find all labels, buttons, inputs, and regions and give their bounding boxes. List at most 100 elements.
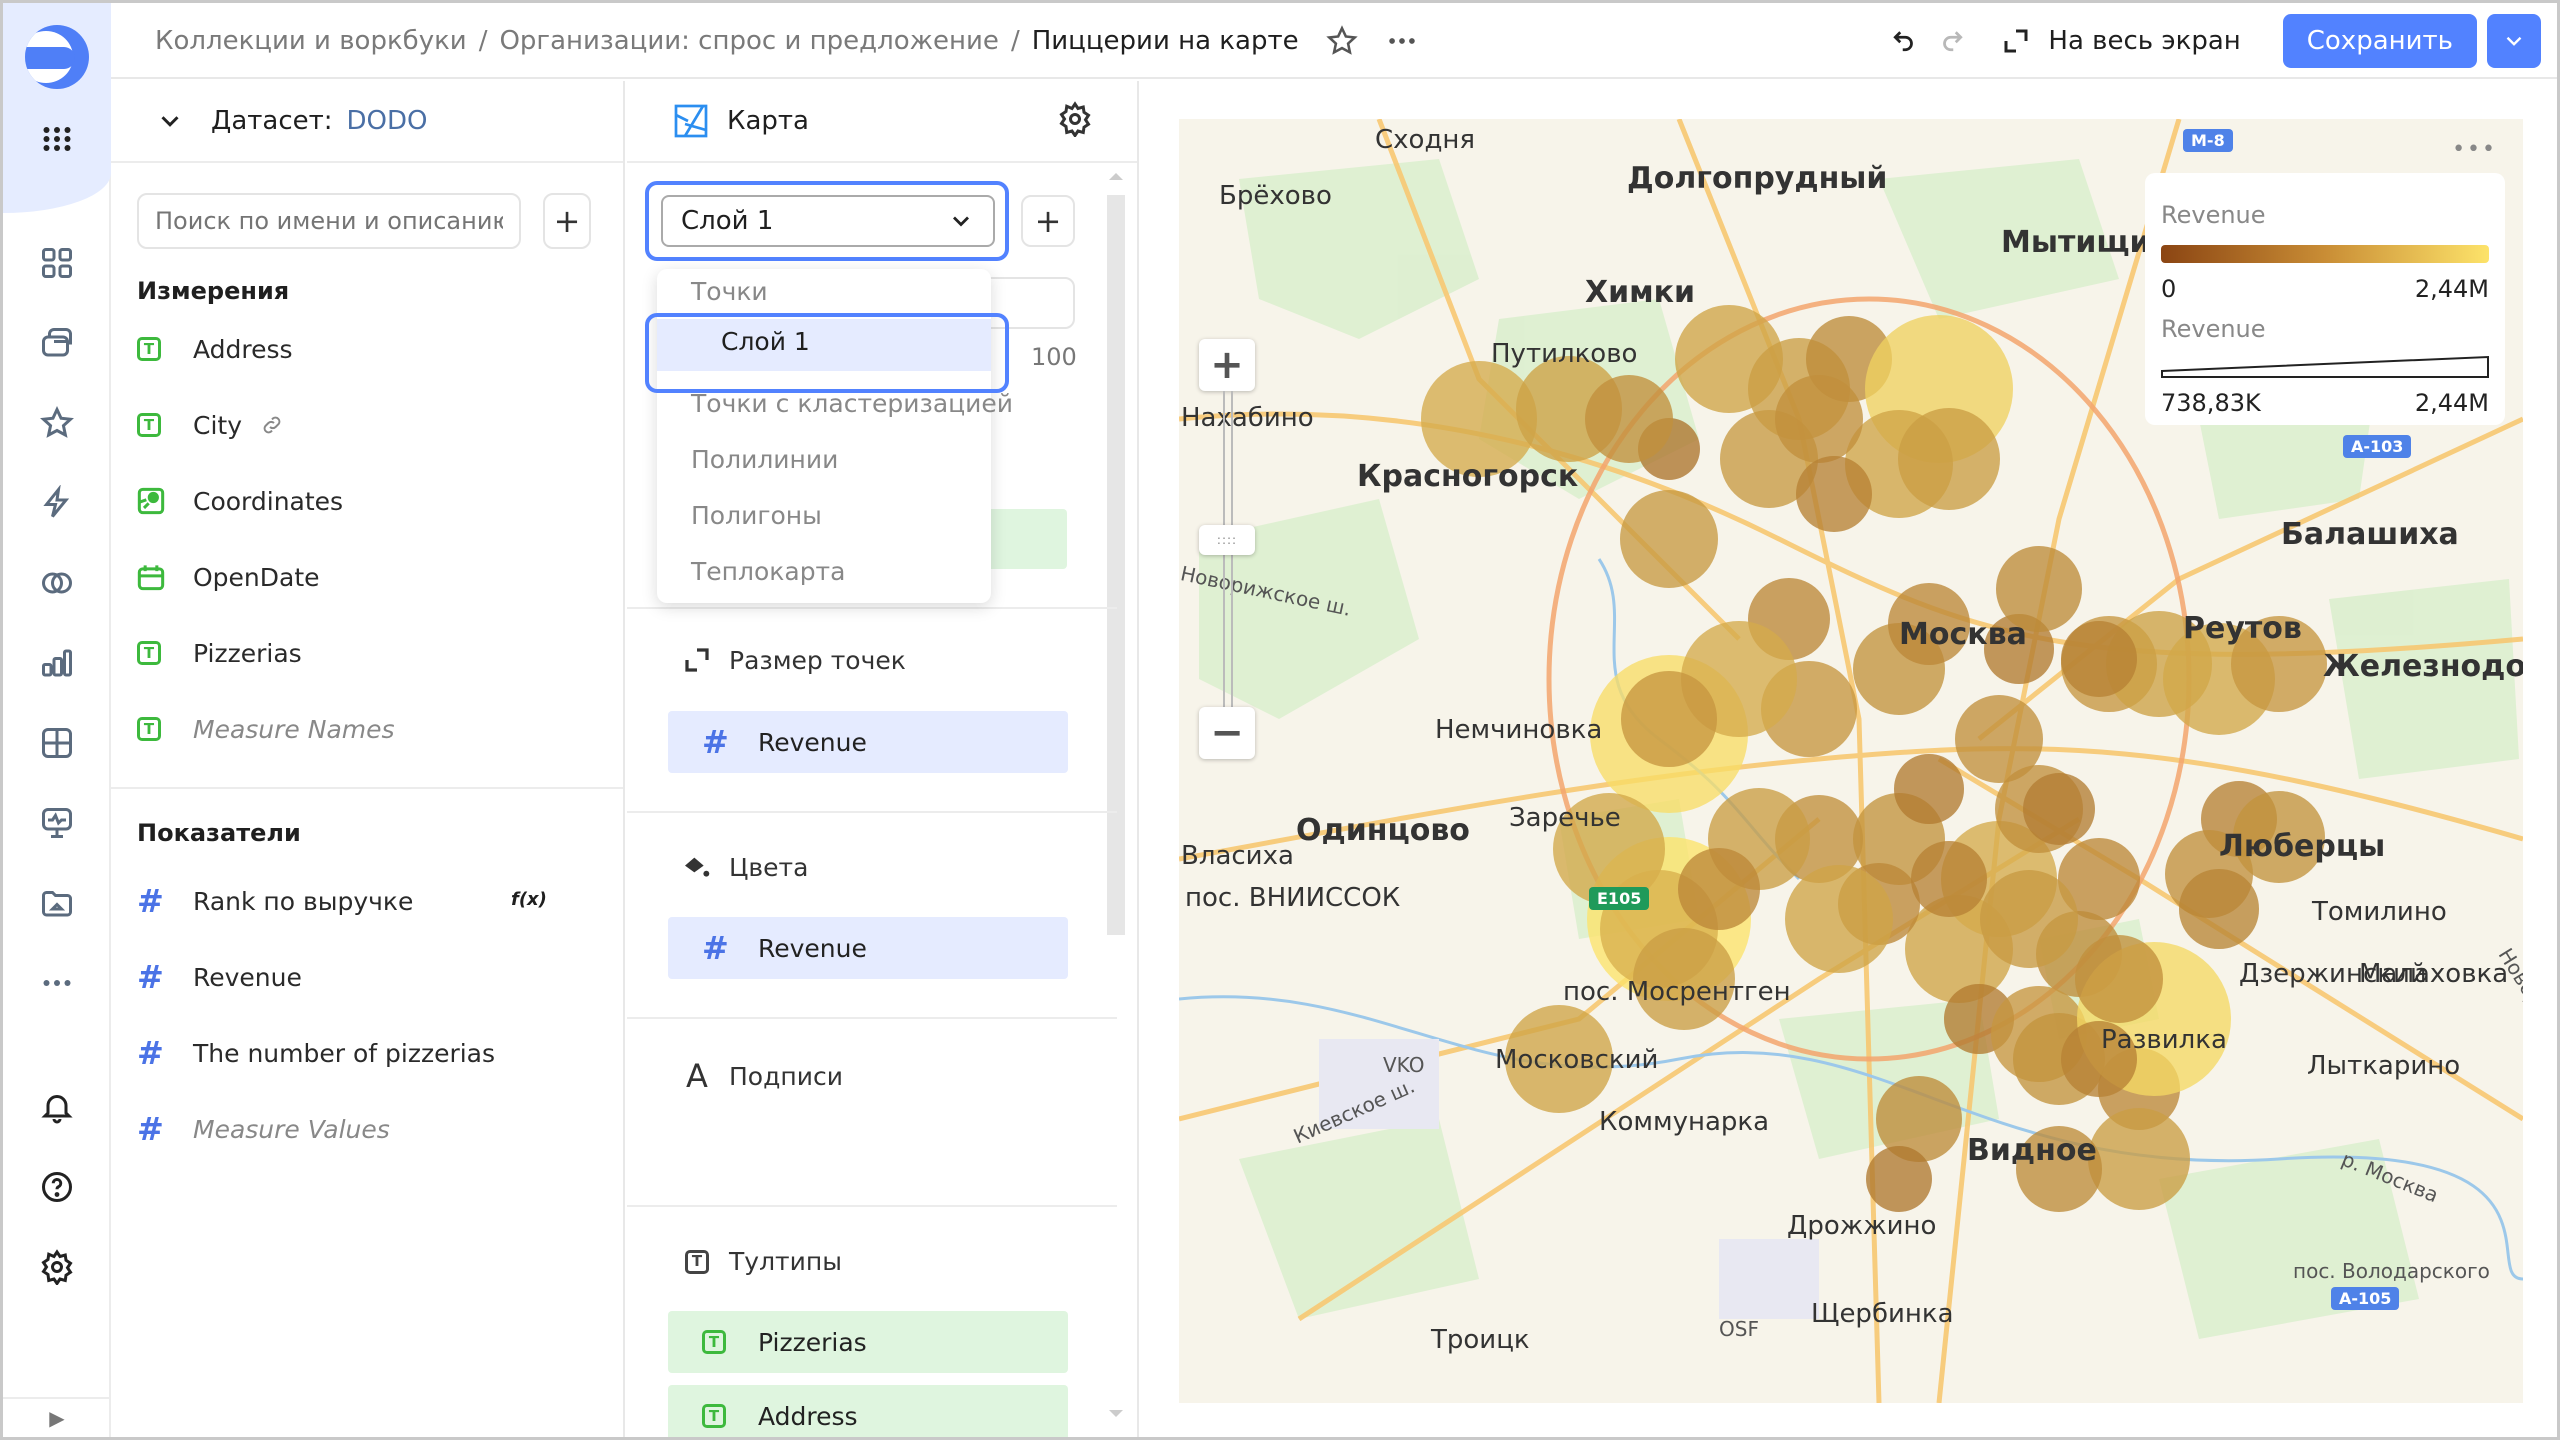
measure-item-number-of-pizzerias[interactable]: # The number of pizzerias xyxy=(137,1033,495,1073)
pizzeria-bubble[interactable] xyxy=(1894,754,1964,824)
scroll-up-arrow[interactable] xyxy=(1109,173,1123,180)
shared-folder-icon[interactable] xyxy=(33,879,81,927)
pizzeria-bubble[interactable] xyxy=(1584,374,1674,464)
datasets-rings-icon[interactable] xyxy=(33,559,81,607)
dimension-item-coordinates[interactable]: Coordinates xyxy=(137,481,343,521)
expand-rail-arrow-icon[interactable]: ▶ xyxy=(3,1397,111,1437)
chart-type-label: Карта xyxy=(727,106,809,136)
pizzeria-bubble[interactable] xyxy=(1911,841,1987,917)
dataset-panel: Датасет: DODO + Измерения T Address T Ci… xyxy=(111,81,625,1437)
dimension-item-address[interactable]: T Address xyxy=(137,329,293,369)
favorites-star-icon[interactable] xyxy=(33,399,81,447)
map-place-label: Химки xyxy=(1585,275,1696,310)
chart-settings-gear-icon[interactable] xyxy=(1057,101,1093,141)
number-type-icon: # xyxy=(702,929,729,967)
pizzeria-bubble[interactable] xyxy=(1796,456,1872,532)
divider xyxy=(627,811,1117,813)
size-field-chip[interactable]: # Revenue xyxy=(668,711,1068,773)
save-button[interactable]: Сохранить xyxy=(2282,14,2477,68)
map-place-label: Одинцово xyxy=(1296,813,1470,848)
pizzeria-bubble[interactable] xyxy=(1619,489,1719,589)
field-search-input[interactable] xyxy=(137,193,521,249)
dropdown-option[interactable]: Теплокарта xyxy=(691,557,845,586)
map-place-label: пос. Мосрентген xyxy=(1563,977,1791,1007)
pizzeria-bubble[interactable] xyxy=(1897,407,2001,511)
dimension-item-city[interactable]: T City xyxy=(137,405,284,445)
dataset-header[interactable]: Датасет: DODO xyxy=(111,81,623,163)
pizzeria-bubble[interactable] xyxy=(1774,374,1864,464)
save-options-button[interactable] xyxy=(2487,14,2541,68)
color-field-chip[interactable]: # Revenue xyxy=(668,917,1068,979)
fullscreen-button[interactable]: На весь экран xyxy=(2048,26,2240,56)
tooltip-field-chip[interactable]: T Address xyxy=(668,1385,1068,1437)
fullscreen-icon[interactable] xyxy=(1992,17,2040,65)
zoom-in-button[interactable]: + xyxy=(1199,339,1255,391)
pizzeria-bubble[interactable] xyxy=(1954,694,2044,784)
add-layer-button[interactable]: + xyxy=(1021,195,1075,247)
breadcrumb-collections[interactable]: Коллекции и воркбуки xyxy=(155,26,467,56)
text-type-icon: T xyxy=(137,337,161,361)
dropdown-option-selected[interactable]: Слой 1 xyxy=(657,319,991,371)
workbooks-icon[interactable] xyxy=(33,319,81,367)
map-place-label: пос. Володарского xyxy=(2293,1259,2490,1283)
zoom-out-button[interactable]: − xyxy=(1199,707,1255,759)
pizzeria-bubble[interactable] xyxy=(1621,671,1717,767)
help-icon[interactable] xyxy=(33,1163,81,1211)
tooltip-field-chip[interactable]: T Pizzerias xyxy=(668,1311,1068,1373)
map-chart-icon xyxy=(673,103,709,139)
notifications-bell-icon[interactable] xyxy=(33,1083,81,1131)
collections-icon[interactable] xyxy=(33,239,81,287)
map-place-label: Железнодорожный xyxy=(2323,649,2523,684)
number-type-icon: # xyxy=(137,1110,164,1148)
measure-item-revenue[interactable]: # Revenue xyxy=(137,957,302,997)
measure-item-measure-values[interactable]: # Measure Values xyxy=(137,1109,390,1149)
pizzeria-bubble[interactable] xyxy=(2074,934,2164,1024)
zoom-slider-handle[interactable]: :::: xyxy=(1199,525,1255,555)
undo-icon[interactable] xyxy=(1880,17,1928,65)
map-legend: Revenue 0 2,44M Revenue 738,83K 2,44M xyxy=(2145,173,2505,425)
measure-item-rank[interactable]: # Rank по выручке xyxy=(137,881,413,921)
dropdown-group-label: Точки xyxy=(691,277,768,306)
pizzeria-bubble[interactable] xyxy=(1979,869,2079,969)
map-canvas[interactable]: Долгопрудный Мытищи Химки Красногорск Балаши… xyxy=(1179,119,2523,1403)
dashboards-icon[interactable] xyxy=(33,719,81,767)
chevron-down-icon xyxy=(2506,36,2522,46)
dimension-item-pizzerias[interactable]: T Pizzerias xyxy=(137,633,302,673)
dropdown-option[interactable]: Точки с кластеризацией xyxy=(691,389,1013,418)
dimension-item-opendate[interactable]: OpenDate xyxy=(137,557,320,597)
pizzeria-bubble[interactable] xyxy=(1677,847,1761,931)
layer-select[interactable]: Слой 1 xyxy=(661,195,995,247)
color-legend-title: Revenue xyxy=(2161,201,2266,229)
pizzeria-bubble[interactable] xyxy=(1784,864,1894,974)
layer-dropdown-menu: Точки Слой 1 Точки с кластеризацией Поли… xyxy=(657,269,1013,603)
add-field-button[interactable]: + xyxy=(543,193,591,249)
measures-title: Показатели xyxy=(137,819,301,847)
charts-bar-icon[interactable] xyxy=(33,639,81,687)
pizzeria-bubble[interactable] xyxy=(2087,1107,2191,1211)
dropdown-option[interactable]: Полилинии xyxy=(691,445,838,474)
connections-bolt-icon[interactable] xyxy=(33,479,81,527)
pizzeria-bubble[interactable] xyxy=(1866,1146,1932,1212)
more-dots-icon[interactable] xyxy=(33,959,81,1007)
map-more-icon[interactable]: ••• xyxy=(2452,137,2497,162)
pizzeria-bubble[interactable] xyxy=(2061,621,2137,697)
pizzeria-bubble[interactable] xyxy=(2022,772,2096,846)
map-place-label: Развилка xyxy=(2101,1025,2227,1055)
map-place-label: Щербинка xyxy=(1811,1299,1954,1329)
settings-gear-icon[interactable] xyxy=(33,1243,81,1291)
chevron-down-icon[interactable] xyxy=(155,106,185,136)
monitoring-icon[interactable] xyxy=(33,799,81,847)
panel-scrollbar[interactable] xyxy=(1107,195,1125,935)
breadcrumb-workbook[interactable]: Организации: спрос и предложение xyxy=(499,26,998,56)
redo-icon[interactable] xyxy=(1928,17,1976,65)
pizzeria-bubble[interactable] xyxy=(2179,869,2259,949)
apps-grid-icon[interactable] xyxy=(33,115,81,163)
dropdown-option[interactable]: Полигоны xyxy=(691,501,822,530)
more-actions-icon[interactable] xyxy=(1385,24,1419,58)
scroll-down-arrow[interactable] xyxy=(1109,1410,1123,1417)
dataset-name[interactable]: DODO xyxy=(347,106,428,136)
favorite-star-icon[interactable] xyxy=(1325,24,1359,58)
dimension-item-measure-names[interactable]: T Measure Names xyxy=(137,709,395,749)
map-place-label: Немчиновка xyxy=(1435,715,1603,745)
logo-icon[interactable] xyxy=(25,25,89,89)
